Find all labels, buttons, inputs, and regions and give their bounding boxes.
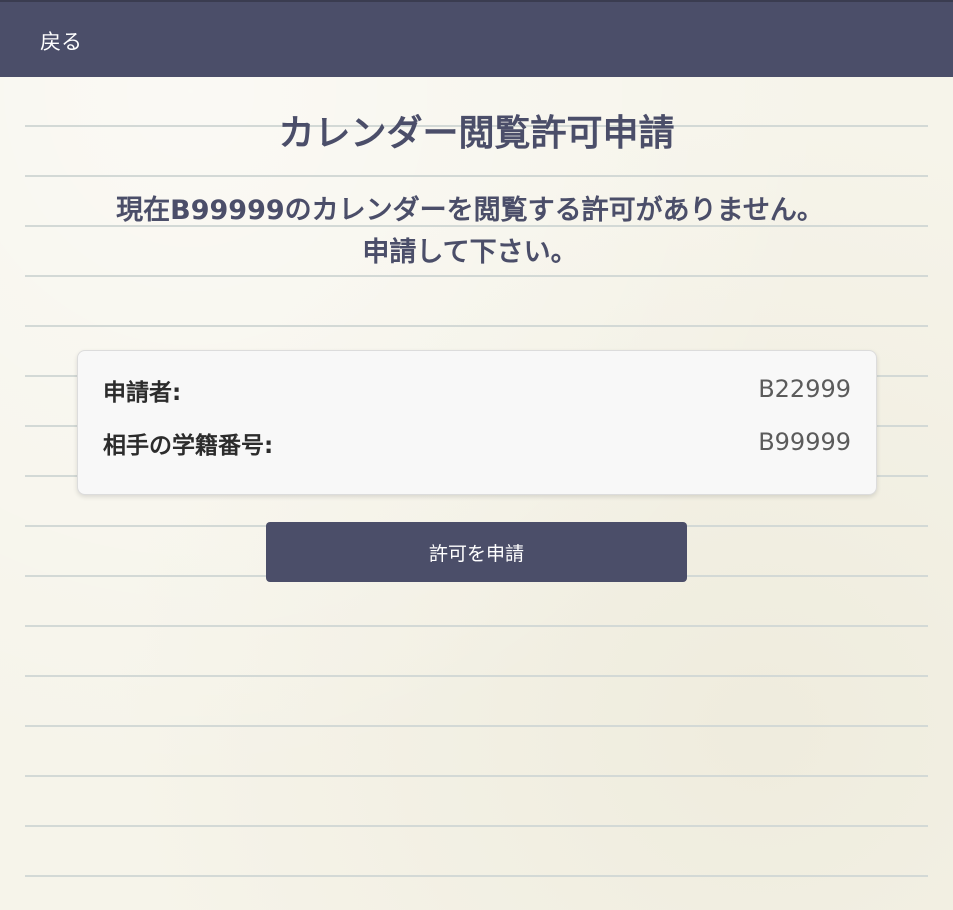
page-title: カレンダー閲覧許可申請	[278, 113, 675, 154]
request-info-card: 申請者: B22999 相手の学籍番号: B99999	[77, 350, 877, 495]
top-navbar: 戻る	[0, 0, 953, 77]
applicant-label: 申請者:	[103, 380, 182, 406]
applicant-row: 申請者: B22999	[103, 373, 851, 407]
target-student-label: 相手の学籍番号:	[103, 433, 274, 459]
target-student-value: B99999	[758, 428, 851, 456]
permission-message-line2: 申請して下さい。	[362, 237, 578, 268]
request-permission-button[interactable]: 許可を申請	[266, 522, 687, 582]
permission-message: 現在B99999のカレンダーを閲覧する許可がありません。 申請して下さい。	[0, 190, 940, 274]
target-student-row: 相手の学籍番号: B99999	[103, 426, 851, 460]
applicant-value: B22999	[758, 375, 851, 403]
permission-message-line1: 現在B99999のカレンダーを閲覧する許可がありません。	[116, 195, 824, 226]
back-link[interactable]: 戻る	[40, 26, 82, 56]
